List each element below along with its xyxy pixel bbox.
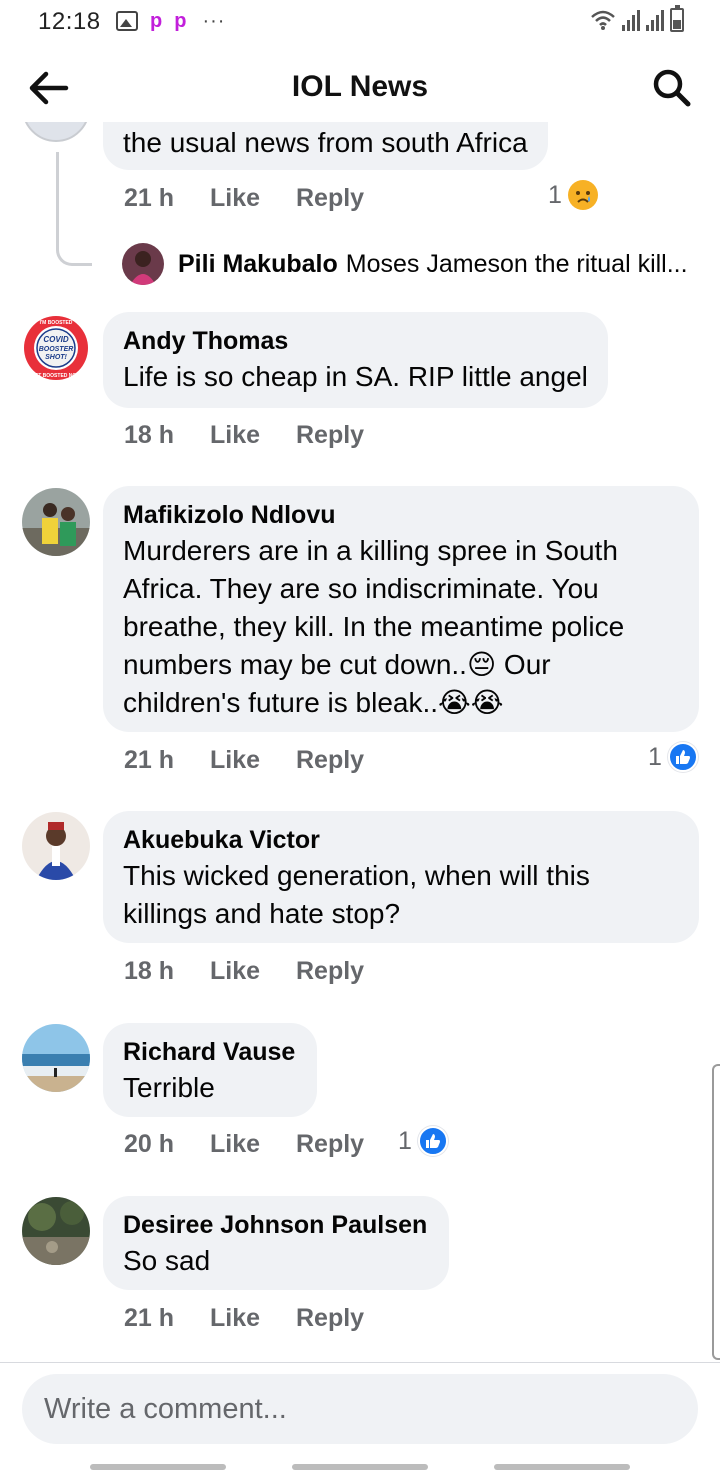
back-nav-button[interactable] [494, 1464, 630, 1470]
gallery-icon [116, 11, 138, 31]
p-app-icon: p [150, 9, 163, 32]
comment-text-line: killings and hate stop? [123, 898, 401, 929]
comment-text-line: children's future is bleak..😭😭 [123, 687, 504, 718]
comment-bubble[interactable]: Akuebuka Victor This wicked generation, … [103, 811, 699, 943]
app-header: IOL News [0, 56, 720, 122]
search-button[interactable] [652, 68, 692, 108]
comment-input[interactable]: Write a comment... [22, 1374, 698, 1444]
reaction-count: 1 [398, 1126, 412, 1155]
avatar[interactable] [122, 243, 164, 285]
comment-bubble[interactable]: the usual news from south Africa [103, 122, 548, 170]
avatar[interactable] [22, 488, 90, 556]
reply-button[interactable]: Reply [296, 1130, 364, 1159]
comment-input-placeholder: Write a comment... [44, 1392, 287, 1425]
like-button[interactable]: Like [210, 421, 296, 450]
avatar-covid-text: COVID [43, 335, 69, 344]
like-reaction-icon [667, 742, 698, 772]
avatar-booster-text: BOOSTER [39, 346, 74, 353]
home-nav-button[interactable] [292, 1464, 428, 1470]
comment-actions: 20 h Like Reply [124, 1126, 364, 1162]
notification-icons: p p ··· [116, 9, 225, 33]
sad-reaction-icon [567, 180, 598, 210]
search-icon [653, 69, 691, 107]
avatar-shot-text: SHOT! [45, 354, 67, 361]
comment-actions: 18 h Like Reply [124, 953, 364, 989]
status-time: 12:18 [38, 8, 101, 35]
avatar-top-text: I'M BOOSTED [40, 320, 73, 326]
avatar[interactable] [22, 122, 90, 142]
comment-bubble[interactable]: Desiree Johnson Paulsen So sad [103, 1196, 449, 1290]
avatar[interactable] [22, 1024, 90, 1092]
comment-bubble[interactable]: Mafikizolo Ndlovu Murderers are in a kil… [103, 486, 699, 732]
divider [0, 1362, 720, 1363]
comment-time: 21 h [124, 745, 175, 774]
comment-text-line: breathe, they kill. In the meantime poli… [123, 611, 625, 642]
signal-icon [622, 9, 640, 31]
reply-preview-text: Moses Jameson the ritual kill... [345, 249, 688, 278]
recents-nav-button[interactable] [90, 1464, 226, 1470]
comment-author[interactable]: Andy Thomas [123, 324, 588, 358]
comment-text-line: numbers may be cut down..😔 Our [123, 649, 551, 680]
avatar[interactable] [22, 812, 90, 880]
comment-time: 18 h [124, 956, 175, 985]
more-notifications-icon: ··· [202, 9, 226, 32]
like-reaction-icon [417, 1126, 448, 1156]
comment-text: So sad [123, 1245, 211, 1276]
reaction-summary[interactable]: 1 [648, 742, 698, 772]
reply-button[interactable]: Reply [296, 746, 364, 775]
comment-actions: 18 h Like Reply [124, 417, 364, 453]
comment-author[interactable]: Richard Vause [123, 1035, 297, 1069]
reaction-count: 1 [548, 180, 562, 209]
like-button[interactable]: Like [210, 184, 296, 213]
comment-text-line: Africa. They are so indiscriminate. You [123, 573, 599, 604]
like-button[interactable]: Like [210, 746, 296, 775]
comment-text: the usual news from south Africa [123, 127, 528, 158]
page-title: IOL News [291, 70, 429, 103]
comment-author[interactable]: Akuebuka Victor [123, 823, 679, 857]
comment-time: 20 h [124, 1129, 175, 1158]
reply-button[interactable]: Reply [296, 421, 364, 450]
like-button[interactable]: Like [210, 1304, 296, 1333]
scrollbar[interactable] [712, 1064, 720, 1360]
comment-actions: 21 h Like Reply [124, 1300, 364, 1336]
comment-actions: 21 h Like Reply [124, 180, 364, 216]
comment-bubble[interactable]: Richard Vause Terrible [103, 1023, 317, 1117]
reaction-count: 1 [648, 742, 662, 771]
comment-text-line: Murderers are in a killing spree in Sout… [123, 535, 618, 566]
reply-button[interactable]: Reply [296, 1304, 364, 1333]
reply-thread-line [56, 152, 92, 266]
reply-author[interactable]: Pili Makubalo [178, 250, 338, 279]
comment-actions: 21 h Like Reply [124, 742, 364, 778]
system-icons [590, 5, 684, 32]
comment-time: 18 h [124, 420, 175, 449]
comment-text: Life is so cheap in SA. RIP little angel [123, 361, 588, 392]
comments-list[interactable]: the usual news from south Africa 21 h Li… [0, 122, 720, 1362]
comment-text: Terrible [123, 1072, 215, 1103]
like-button[interactable]: Like [210, 957, 296, 986]
status-bar: 12:18 p p ··· [0, 0, 720, 44]
reply-button[interactable]: Reply [296, 957, 364, 986]
wifi-icon [591, 10, 615, 30]
battery-icon [670, 5, 684, 32]
p-app-icon-2: p [174, 9, 187, 32]
comment-author[interactable]: Desiree Johnson Paulsen [123, 1208, 429, 1242]
signal-icon-2 [646, 9, 664, 31]
avatar[interactable]: COVID BOOSTER SHOT! I'M BOOSTED GET BOOS… [22, 314, 90, 382]
nested-reply[interactable]: Pili Makubalo Moses Jameson the ritual k… [122, 242, 712, 286]
comment-time: 21 h [124, 1303, 175, 1332]
reaction-summary[interactable]: 1 [398, 1126, 448, 1156]
comment-time: 21 h [124, 183, 175, 212]
avatar[interactable] [22, 1197, 90, 1265]
reply-button[interactable]: Reply [296, 184, 364, 213]
comment-text-line: This wicked generation, when will this [123, 860, 590, 891]
comment-bubble[interactable]: Andy Thomas Life is so cheap in SA. RIP … [103, 312, 608, 408]
system-nav-bar [0, 1452, 720, 1480]
comment-author[interactable]: Mafikizolo Ndlovu [123, 498, 679, 532]
reaction-summary[interactable]: 1 [548, 180, 598, 210]
avatar-bottom-text: GET BOOSTED NOW [31, 373, 81, 379]
like-button[interactable]: Like [210, 1130, 296, 1159]
